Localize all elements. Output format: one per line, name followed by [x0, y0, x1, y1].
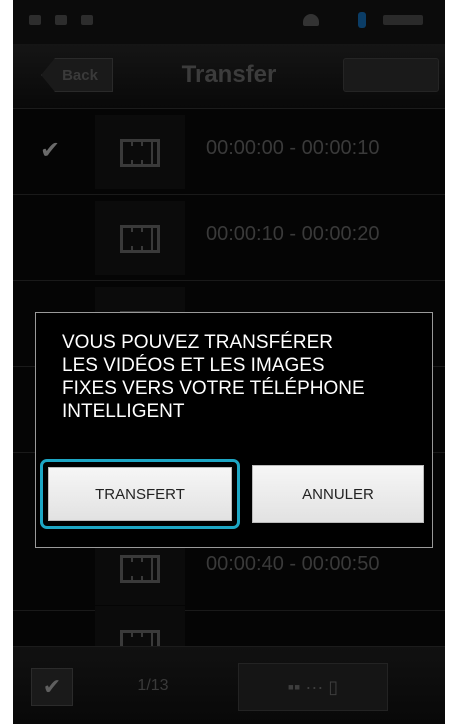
camera-to-phone-icon: ▪▪ ··· ▯: [287, 677, 339, 697]
checkbox[interactable]: ✔: [31, 131, 69, 171]
checkbox[interactable]: [31, 217, 69, 257]
time-range: 00:00:00 - 00:00:10: [206, 137, 380, 159]
check-icon: ✔: [42, 674, 62, 699]
cancel-button-label: ANNULER: [302, 485, 374, 503]
phone-screen: Back Transfer ✔ 00:00:00 - 00:00:10 00:0…: [13, 0, 445, 724]
page-count: 1/13: [137, 677, 169, 694]
cancel-button[interactable]: ANNULER: [252, 465, 424, 523]
status-icon: [55, 15, 67, 25]
film-icon: [120, 139, 160, 167]
film-icon: [120, 555, 160, 583]
transfer-button-focus-ring: TRANSFERT: [40, 459, 240, 529]
bottom-toolbar: ✔ 1/13 ▪▪ ··· ▯: [13, 646, 445, 724]
transfer-button-label: TRANSFERT: [95, 485, 185, 503]
time-range: 00:00:10 - 00:00:20: [206, 223, 380, 245]
dialog-message-line: INTELLIGENT: [62, 401, 185, 422]
wifi-icon: [303, 14, 319, 26]
transfer-button[interactable]: TRANSFERT: [48, 467, 232, 521]
film-icon: [120, 225, 160, 253]
title-bar: Back Transfer: [13, 44, 445, 109]
transfer-to-phone-button[interactable]: ▪▪ ··· ▯: [238, 663, 388, 711]
dialog-message-line: LES VIDÉOS ET LES IMAGES: [62, 355, 325, 376]
select-all-button[interactable]: ✔: [31, 668, 73, 706]
dialog-message-line: FIXES VERS VOTRE TÉLÉPHONE: [62, 378, 365, 399]
bluetooth-icon: [358, 12, 366, 28]
video-thumbnail[interactable]: [95, 115, 185, 189]
check-icon: ✔: [39, 137, 61, 164]
dialog-message-line: VOUS POUVEZ TRANSFÉRER: [62, 332, 333, 353]
time-range: 00:00:40 - 00:00:50: [206, 553, 380, 575]
status-bar: [13, 0, 445, 44]
status-icon: [29, 15, 41, 25]
battery-icon: [383, 15, 423, 25]
header-action-button[interactable]: [343, 58, 439, 92]
list-item[interactable]: ✔ 00:00:00 - 00:00:10: [13, 109, 445, 195]
list-item[interactable]: 00:00:10 - 00:00:20: [13, 195, 445, 281]
dialog-message: VOUS POUVEZ TRANSFÉRER LES VIDÉOS ET LES…: [62, 331, 412, 423]
transfer-dialog: VOUS POUVEZ TRANSFÉRER LES VIDÉOS ET LES…: [35, 312, 433, 548]
video-thumbnail[interactable]: [95, 201, 185, 275]
checkbox[interactable]: [31, 547, 69, 587]
status-icon: [81, 15, 93, 25]
